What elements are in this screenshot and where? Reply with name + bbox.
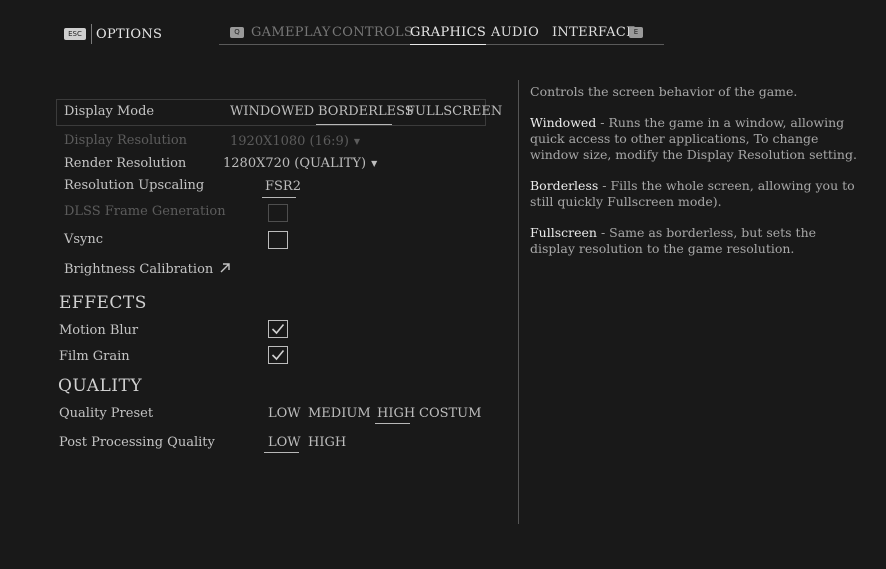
tab-interface[interactable]: INTERFACE <box>552 25 636 40</box>
film-grain-checkbox[interactable] <box>268 346 288 364</box>
quality-preset-costum[interactable]: COSTUM <box>419 406 481 421</box>
brightness-calibration-label: Brightness Calibration <box>64 262 214 277</box>
tab-audio[interactable]: AUDIO <box>491 25 539 40</box>
effects-heading: EFFECTS <box>59 293 147 313</box>
description-fullscreen: Fullscreen - Same as borderless, but set… <box>530 225 860 257</box>
esc-key-hint[interactable]: ESC <box>64 28 86 40</box>
resolution-upscaling-label: Resolution Upscaling <box>64 178 205 193</box>
dlss-frame-generation-label: DLSS Frame Generation <box>64 204 226 219</box>
chevron-down-icon: ▼ <box>353 137 361 146</box>
description-intro: Controls the screen behavior of the game… <box>530 84 798 99</box>
panel-divider <box>518 80 519 524</box>
post-processing-high[interactable]: HIGH <box>308 435 346 450</box>
render-resolution-dropdown[interactable]: 1280X720 (QUALITY) ▼ <box>223 156 377 171</box>
borderless-term: Borderless <box>530 178 599 193</box>
render-resolution-label: Render Resolution <box>64 156 187 171</box>
vsync-checkbox[interactable] <box>268 231 288 249</box>
options-header: ESC OPTIONS <box>64 24 162 44</box>
display-mode-fullscreen[interactable]: FULLSCREEN <box>406 104 502 119</box>
quality-preset-high[interactable]: HIGH <box>377 406 415 421</box>
motion-blur-checkbox[interactable] <box>268 320 288 338</box>
display-mode-windowed[interactable]: WINDOWED <box>230 104 314 119</box>
chevron-down-icon: ▼ <box>371 159 378 168</box>
vsync-label: Vsync <box>64 232 104 247</box>
tab-controls[interactable]: CONTROLS <box>332 25 413 40</box>
options-screen: ESC OPTIONS Q GAMEPLAY CONTROLS GRAPHICS… <box>0 0 886 569</box>
motion-blur-label: Motion Blur <box>59 323 139 338</box>
render-resolution-value: 1280X720 (QUALITY) <box>223 156 367 171</box>
description-windowed: Windowed - Runs the game in a window, al… <box>530 115 860 163</box>
header-separator <box>91 24 92 44</box>
next-tab-key-hint[interactable]: E <box>629 27 643 38</box>
resolution-upscaling-option[interactable]: FSR2 <box>265 179 301 194</box>
windowed-term: Windowed <box>530 115 597 130</box>
display-resolution-value: 1920X1080 (16:9) <box>230 134 349 149</box>
film-grain-label: Film Grain <box>59 349 130 364</box>
prev-tab-key-hint[interactable]: Q <box>230 27 244 38</box>
display-resolution-dropdown[interactable]: 1920X1080 (16:9) ▼ <box>230 134 360 149</box>
quality-preset-medium[interactable]: MEDIUM <box>308 406 371 421</box>
tab-bar: Q GAMEPLAY CONTROLS GRAPHICS AUDIO INTER… <box>219 22 664 45</box>
description-borderless: Borderless - Fills the whole screen, all… <box>530 178 860 210</box>
quality-heading: QUALITY <box>58 376 143 396</box>
tab-graphics[interactable]: GRAPHICS <box>410 25 487 45</box>
checkmark-icon <box>271 323 285 335</box>
post-processing-low[interactable]: LOW <box>268 435 301 450</box>
external-arrow-icon <box>220 263 231 273</box>
quality-preset-low[interactable]: LOW <box>268 406 301 421</box>
brightness-calibration-link[interactable]: Brightness Calibration <box>64 262 231 277</box>
display-mode-selected-indicator <box>316 124 392 125</box>
display-resolution-label: Display Resolution <box>64 133 188 148</box>
quality-preset-selected-indicator <box>375 423 410 424</box>
display-mode-borderless[interactable]: BORDERLESS <box>318 104 414 119</box>
dlss-frame-generation-checkbox[interactable] <box>268 204 288 222</box>
quality-preset-label: Quality Preset <box>59 406 154 421</box>
page-title: OPTIONS <box>96 26 163 42</box>
tab-gameplay[interactable]: GAMEPLAY <box>251 25 331 40</box>
checkmark-icon <box>271 349 285 361</box>
display-mode-label: Display Mode <box>64 104 155 119</box>
fullscreen-term: Fullscreen <box>530 225 597 240</box>
resolution-upscaling-selected-indicator <box>262 197 296 198</box>
post-processing-selected-indicator <box>264 452 299 453</box>
post-processing-quality-label: Post Processing Quality <box>59 435 215 450</box>
